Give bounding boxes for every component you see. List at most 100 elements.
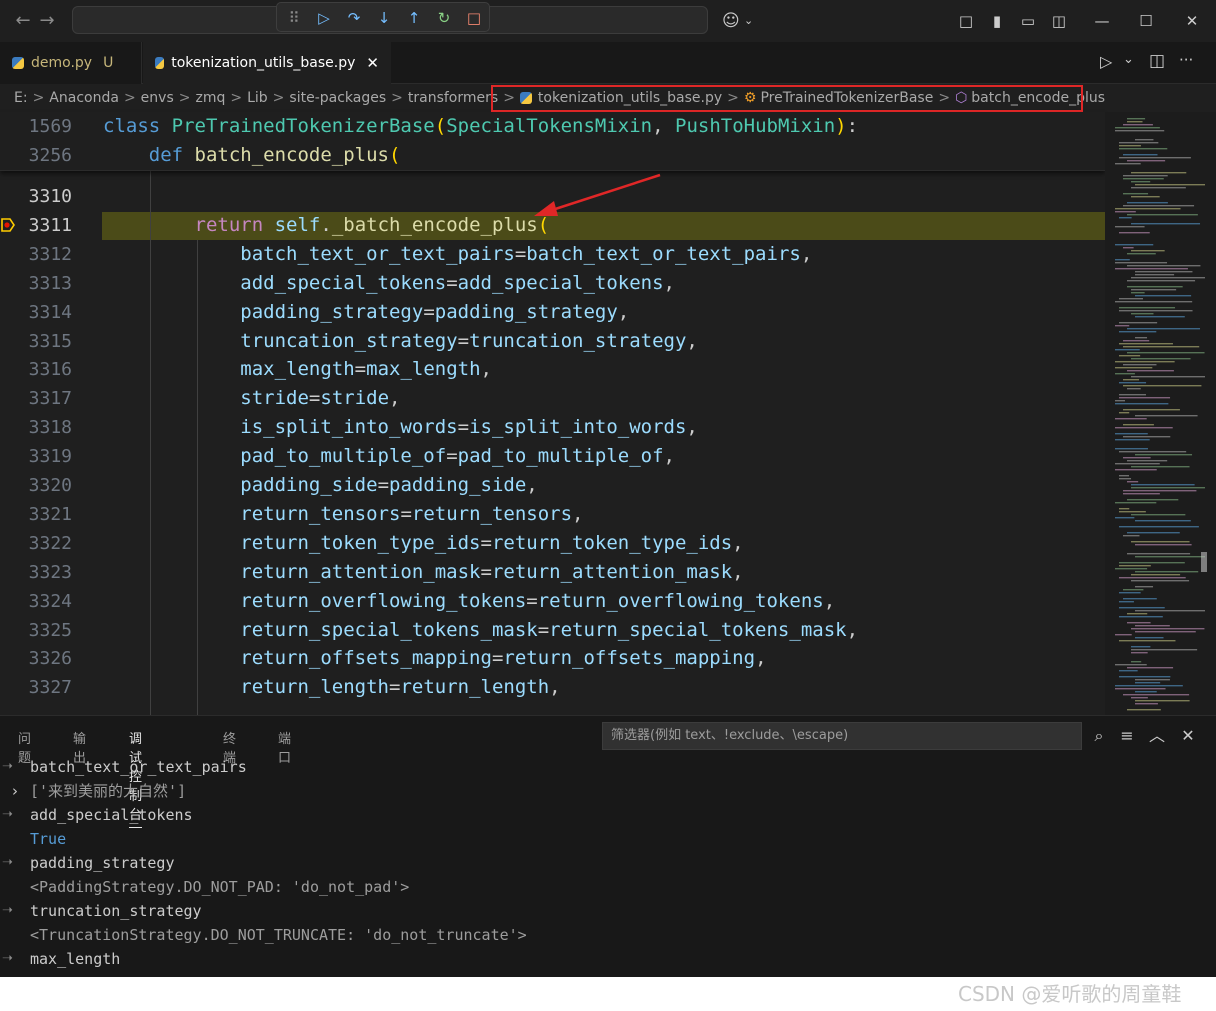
code-token: =: [480, 560, 492, 583]
code-token: =: [308, 387, 321, 410]
sticky-line: 3256 def batch_encode_plus(: [0, 141, 1105, 170]
breadcrumb-segment[interactable]: Anaconda: [49, 90, 119, 106]
line-number: 3316: [28, 359, 72, 381]
code-token: stride: [240, 387, 309, 410]
breadcrumb-segment[interactable]: Lib: [247, 90, 268, 106]
code-token: =: [400, 502, 412, 525]
minimize-icon[interactable]: —: [1090, 9, 1114, 33]
code-token: pad_to_multiple_of: [457, 445, 664, 468]
code-line: 3314 padding_strategy=padding_strategy,: [0, 298, 1105, 327]
word-wrap-icon[interactable]: ≡: [1115, 724, 1139, 748]
code-token: return_token_type_ids: [491, 531, 733, 554]
code-token: =: [446, 445, 458, 468]
toggle-secondary-sidebar-icon[interactable]: ◫: [1047, 9, 1071, 33]
more-actions-icon[interactable]: ···: [1179, 51, 1193, 69]
forward-arrow-icon[interactable]: →: [36, 10, 58, 32]
step-into-icon[interactable]: ↓: [373, 7, 395, 29]
code-token: batch_text_or_text_pairs: [526, 242, 801, 265]
tab-tokenization-utils-base[interactable]: tokenization_utils_base.py ✕: [143, 42, 391, 84]
code-token: =: [457, 416, 470, 439]
breadcrumb-segment[interactable]: transformers: [408, 90, 498, 106]
breadcrumb-segment[interactable]: zmq: [195, 90, 225, 106]
search-icon[interactable]: ⌕: [1087, 724, 1111, 748]
continue-icon[interactable]: ▷: [313, 7, 335, 29]
code-token: return_token_type_ids: [240, 531, 481, 554]
python-file-icon: [155, 57, 165, 69]
maximize-panel-chevron-icon[interactable]: ︿: [1145, 724, 1169, 748]
code-line: 3322 return_token_type_ids=return_token_…: [0, 529, 1105, 558]
code-line: 3323 return_attention_mask=return_attent…: [0, 558, 1105, 587]
toggle-panel-icon[interactable]: ▭: [1016, 9, 1040, 33]
code-token: return_attention_mask: [491, 560, 733, 583]
code-line: 3316 max_length=max_length,: [0, 355, 1105, 384]
code-token: =: [537, 618, 550, 641]
title-bar: ← → ⠿ ▷ ↷ ↓ ↑ ↻ □ ☺ ⌄ □ ▮ ▭ ◫ — ☐ ✕: [0, 0, 1216, 42]
code-token: ,: [800, 242, 813, 265]
code-text: return_token_type_ids=return_token_type_…: [103, 529, 743, 558]
breakpoint-current-frame-icon[interactable]: [1, 218, 15, 232]
close-window-icon[interactable]: ✕: [1180, 9, 1204, 33]
customize-layout-icon[interactable]: □: [954, 9, 978, 33]
back-arrow-icon[interactable]: ←: [12, 10, 34, 32]
restart-icon[interactable]: ↻: [433, 7, 455, 29]
line-number: 3326: [28, 648, 72, 670]
breadcrumb-segment[interactable]: site-packages: [289, 90, 386, 106]
close-panel-icon[interactable]: ✕: [1176, 724, 1200, 748]
breadcrumb-chevron-icon: >: [123, 90, 136, 106]
line-number: 3318: [28, 417, 72, 439]
code-token: =: [457, 329, 470, 352]
code-token: (: [389, 144, 401, 166]
minimap-content: [1115, 118, 1207, 711]
code-text: is_split_into_words=is_split_into_words,: [103, 413, 698, 442]
run-menu-chevron-icon[interactable]: ⌄: [1123, 52, 1134, 67]
code-token: padding_side: [389, 474, 527, 496]
maximize-icon[interactable]: ☐: [1134, 9, 1158, 33]
code-token: =: [526, 589, 538, 612]
code-token: ,: [617, 300, 630, 323]
code-token: =: [423, 300, 435, 323]
tab-demo-py[interactable]: demo.py U: [0, 42, 142, 84]
split-editor-icon[interactable]: ◫: [1149, 51, 1165, 71]
breadcrumb-segment[interactable]: envs: [141, 90, 174, 106]
tab-label: tokenization_utils_base.py: [171, 55, 356, 71]
toggle-primary-sidebar-icon[interactable]: ▮: [985, 9, 1009, 33]
line-number: 3321: [28, 503, 72, 525]
code-token: ,: [686, 416, 698, 439]
sticky-scroll-header[interactable]: 1569 class PreTrainedTokenizerBase(Specia…: [0, 112, 1105, 171]
stop-icon[interactable]: □: [463, 7, 485, 29]
code-text: pad_to_multiple_of=pad_to_multiple_of,: [103, 442, 675, 471]
step-out-icon[interactable]: ↑: [403, 7, 425, 29]
console-input: padding_strategy: [30, 854, 175, 872]
console-output: <PaddingStrategy.DO_NOT_PAD: 'do_not_pad…: [30, 878, 410, 896]
code-token: is_split_into_words: [469, 416, 687, 439]
code-token: ,: [480, 358, 492, 381]
code-token: ,: [686, 329, 698, 352]
code-line: 3327 return_length=return_length,: [0, 673, 1105, 702]
console-filter-input[interactable]: 筛选器(例如 text、!exclude、\escape): [602, 722, 1082, 750]
expand-chevron-icon[interactable]: ›: [12, 782, 18, 800]
code-token: .: [320, 213, 332, 236]
copilot-menu-chevron-icon[interactable]: ⌄: [744, 9, 758, 33]
code-token: PreTrainedTokenizerBase: [171, 115, 435, 137]
line-number: 3322: [28, 532, 72, 554]
breadcrumb-red-highlight-box: [491, 85, 1083, 112]
code-token: ,: [823, 589, 836, 612]
code-token: max_length: [366, 358, 481, 381]
code-token: return_special_tokens_mask: [240, 618, 538, 641]
run-icon[interactable]: ▷: [1100, 52, 1112, 71]
close-tab-icon[interactable]: ✕: [366, 54, 379, 72]
code-token: SpecialTokensMixin: [446, 115, 653, 137]
line-number: 3317: [28, 388, 72, 410]
editor-tab-bar: demo.py U tokenization_utils_base.py ✕ ▷…: [0, 42, 1216, 84]
breadcrumb-segment[interactable]: E:: [14, 90, 28, 106]
code-text: return_length=return_length,: [103, 673, 560, 702]
code-token: return_tensors: [240, 502, 401, 525]
breadcrumb-chevron-icon: >: [391, 90, 403, 106]
console-output[interactable]: ['来到美丽的大自然']: [30, 779, 186, 803]
panel-tab-5[interactable]: 端口: [278, 728, 291, 766]
code-token: max_length: [240, 358, 355, 381]
code-token: return_offsets_mapping: [240, 647, 492, 670]
code-token: def: [148, 144, 195, 166]
step-over-icon[interactable]: ↷: [343, 7, 365, 29]
code-line: 3313 add_special_tokens=add_special_toke…: [0, 269, 1105, 298]
